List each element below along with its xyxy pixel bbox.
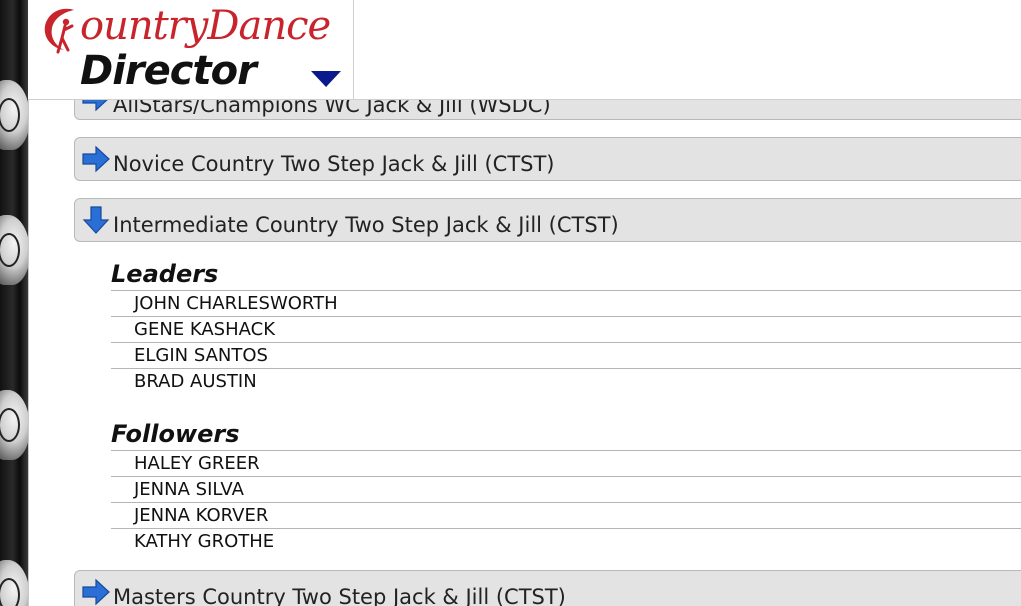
arrow-right-icon: [82, 145, 110, 173]
leader-row: BRAD AUSTIN: [111, 368, 1021, 394]
accordion-header-novice-ctst[interactable]: Novice Country Two Step Jack & Jill (CTS…: [74, 137, 1021, 181]
leader-name: GENE KASHACK: [134, 319, 276, 340]
leader-name: JOHN CHARLESWORTH: [134, 293, 338, 314]
logo-wordmark-bottom: Director: [80, 48, 257, 94]
dancer-logo-icon: [44, 8, 74, 54]
accordion-header-label: Novice Country Two Step Jack & Jill (CTS…: [113, 152, 555, 176]
logo-wordmark-top: ountryDance: [80, 3, 331, 49]
page: AllStars/Champions WC Jack & Jill (WSDC)…: [0, 0, 1021, 606]
accordion-header-label: Intermediate Country Two Step Jack & Jil…: [113, 213, 619, 237]
leader-name: ELGIN SANTOS: [134, 345, 268, 366]
follower-name: KATHY GROTHE: [134, 531, 275, 552]
accordion-header-label: Masters Country Two Step Jack & Jill (CT…: [113, 585, 566, 606]
leaders-heading: Leaders: [111, 260, 219, 288]
arrow-down-icon: [82, 206, 110, 234]
accordion-header-intermediate-ctst[interactable]: Intermediate Country Two Step Jack & Jil…: [74, 198, 1021, 242]
follower-row: JENNA KORVER: [111, 502, 1021, 528]
arrow-right-icon: [82, 578, 110, 606]
follower-name: HALEY GREER: [134, 453, 260, 474]
decorative-boots-strip: [0, 0, 28, 606]
leader-name: BRAD AUSTIN: [134, 371, 257, 392]
follower-name: JENNA KORVER: [134, 505, 269, 526]
leader-row: JOHN CHARLESWORTH: [111, 290, 1021, 316]
leader-row: ELGIN SANTOS: [111, 342, 1021, 368]
site-header: ountryDance Director: [28, 0, 354, 100]
follower-row: JENNA SILVA: [111, 476, 1021, 502]
follower-row: HALEY GREER: [111, 450, 1021, 476]
followers-heading: Followers: [111, 420, 240, 448]
follower-name: JENNA SILVA: [134, 479, 244, 500]
accordion-header-masters-ctst[interactable]: Masters Country Two Step Jack & Jill (CT…: [74, 570, 1021, 606]
leader-row: GENE KASHACK: [111, 316, 1021, 342]
menu-dropdown-icon[interactable]: [310, 70, 342, 88]
follower-row: KATHY GROTHE: [111, 528, 1021, 554]
header-bar: [354, 0, 1021, 100]
